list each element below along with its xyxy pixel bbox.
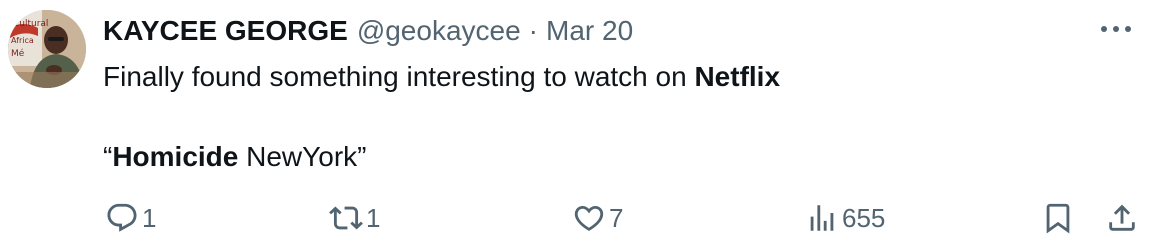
views-button[interactable]: 655 — [805, 201, 885, 235]
share-icon — [1109, 204, 1135, 231]
share-button[interactable] — [1105, 201, 1139, 235]
tweet-header: KAYCEE GEORGE @geokaycee · Mar 20 — [103, 14, 633, 48]
bookmark-icon — [1046, 203, 1070, 234]
tweet-text-segment: “ — [103, 141, 113, 172]
tweet-text: Finally found something interesting to w… — [103, 60, 780, 174]
avatar-sign-text: Cultural — [13, 19, 48, 29]
tweet-text-line: Finally found something interesting to w… — [103, 60, 780, 94]
avatar-sign-text: Mé — [11, 48, 25, 59]
reply-count: 1 — [142, 203, 157, 233]
reply-icon — [107, 203, 137, 232]
tweet-text-segment: Finally found something interesting to w… — [103, 61, 695, 92]
tweet-text-segment: NewYork” — [238, 141, 367, 172]
bookmark-button[interactable] — [1041, 201, 1075, 235]
separator-dot: · — [528, 15, 538, 46]
heart-icon — [574, 205, 604, 231]
tweet-text-line: “Homicide NewYork” — [103, 140, 780, 174]
repost-count: 1 — [366, 203, 381, 233]
avatar-sign-text: Africa — [11, 36, 34, 45]
tweet-text-bold: Netflix — [694, 61, 781, 92]
like-button[interactable]: 7 — [572, 201, 623, 235]
repost-button[interactable]: 1 — [329, 201, 380, 235]
author-handle[interactable]: @geokaycee — [357, 14, 521, 48]
like-count: 7 — [609, 203, 624, 233]
more-options-button[interactable] — [1099, 16, 1133, 42]
author-name[interactable]: KAYCEE GEORGE — [103, 14, 348, 48]
views-icon — [810, 205, 834, 231]
tweet-text-bold: Homicide — [112, 141, 239, 172]
repost-icon — [329, 206, 363, 230]
views-count: 655 — [842, 203, 886, 233]
tweet-date[interactable]: Mar 20 — [546, 14, 633, 48]
reply-button[interactable]: 1 — [105, 201, 156, 235]
avatar-image: Cultural Africa Mé — [8, 10, 86, 88]
more-horizontal-icon — [1101, 26, 1131, 32]
avatar[interactable]: Cultural Africa Mé — [8, 10, 86, 88]
tweet-actions: 1 1 7 655 — [103, 201, 1143, 237]
